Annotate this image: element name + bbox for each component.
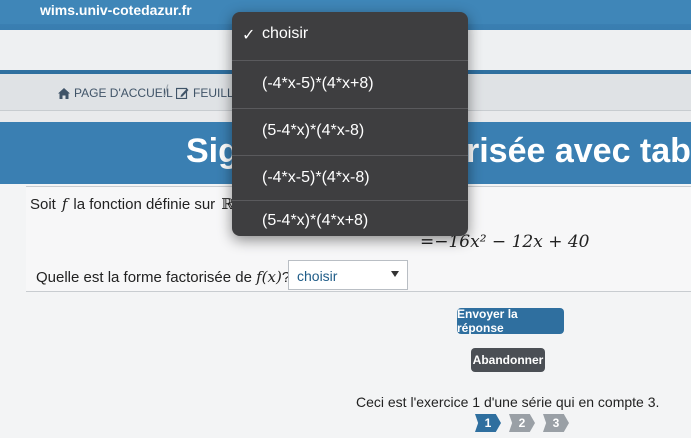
- series-info: Ceci est l'exercice 1 d'une série qui en…: [356, 394, 660, 410]
- site-url[interactable]: wims.univ-cotedazur.fr: [40, 2, 192, 18]
- page-title-left: Sig: [186, 132, 239, 170]
- dropdown-option-2[interactable]: (5-4*x)*(4*x-8): [232, 109, 468, 155]
- question-fx: f(x): [256, 268, 282, 286]
- page-title-right: risée avec table: [466, 132, 691, 170]
- dropdown-option-label: (-4*x-5)*(4*x-8): [262, 169, 370, 186]
- step-3[interactable]: 3: [543, 414, 569, 432]
- answer-select[interactable]: choisir: [288, 260, 408, 290]
- step-1[interactable]: 1: [475, 414, 501, 432]
- dropdown-option-1[interactable]: (-4*x-5)*(4*x+8): [232, 61, 468, 107]
- breadcrumb-separator: /: [164, 83, 169, 100]
- chevron-down-icon: [391, 271, 399, 277]
- dropdown-option-label: (5-4*x)*(4*x+8): [262, 212, 369, 229]
- abandon-button[interactable]: Abandonner: [471, 348, 545, 372]
- function-symbol: f: [61, 195, 68, 213]
- dropdown-option-label: (-4*x-5)*(4*x+8): [262, 75, 374, 92]
- exercise-statement: Soit f la fonction définie sur ℝ: [30, 195, 234, 213]
- question-text: Quelle est la forme factorisée de f(x)?: [36, 268, 290, 286]
- dropdown-option-label: choisir: [262, 25, 309, 42]
- edit-icon: [176, 87, 189, 99]
- question-prefix: Quelle est la forme factorisée de: [36, 269, 257, 286]
- breadcrumb-home-label: PAGE D'ACCUEIL: [74, 86, 173, 100]
- dropdown-option-label: (5-4*x)*(4*x-8): [262, 122, 365, 139]
- answer-select-value: choisir: [297, 268, 338, 284]
- home-icon: [58, 87, 70, 99]
- dropdown-option-3[interactable]: (-4*x-5)*(4*x-8): [232, 156, 468, 200]
- dropdown-option-choisir[interactable]: choisir: [232, 12, 468, 60]
- intro-word: Soit: [30, 195, 56, 213]
- answer-dropdown-menu: ✓ choisir (-4*x-5)*(4*x+8) (5-4*x)*(4*x-…: [232, 12, 468, 236]
- dropdown-option-4[interactable]: (5-4*x)*(4*x+8): [232, 201, 468, 236]
- step-2[interactable]: 2: [509, 414, 535, 432]
- breadcrumb-home[interactable]: PAGE D'ACCUEIL: [58, 86, 173, 100]
- step-indicator: 1 2 3: [475, 414, 569, 432]
- intro-rest: la fonction définie sur: [73, 195, 216, 213]
- submit-button[interactable]: Envoyer la réponse: [457, 307, 564, 335]
